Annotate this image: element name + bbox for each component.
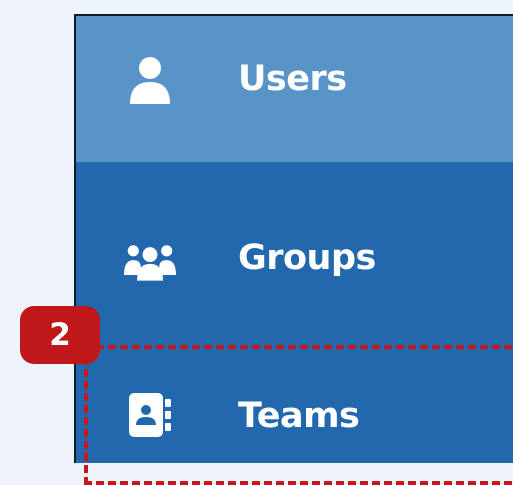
- sidebar-item-label: Groups: [238, 238, 376, 278]
- sidebar-nav: Users Groups Teams: [74, 14, 513, 463]
- sidebar-item-label: Teams: [238, 396, 360, 436]
- sidebar-item-groups[interactable]: Groups: [76, 162, 513, 326]
- sidebar-item-label: Users: [238, 59, 347, 99]
- address-book-icon: [124, 389, 176, 441]
- users-group-icon: [124, 236, 176, 288]
- user-icon: [124, 54, 176, 106]
- sidebar-item-users[interactable]: Users: [76, 16, 513, 162]
- sidebar-item-teams[interactable]: Teams: [76, 326, 513, 463]
- step-badge: 2: [20, 306, 100, 364]
